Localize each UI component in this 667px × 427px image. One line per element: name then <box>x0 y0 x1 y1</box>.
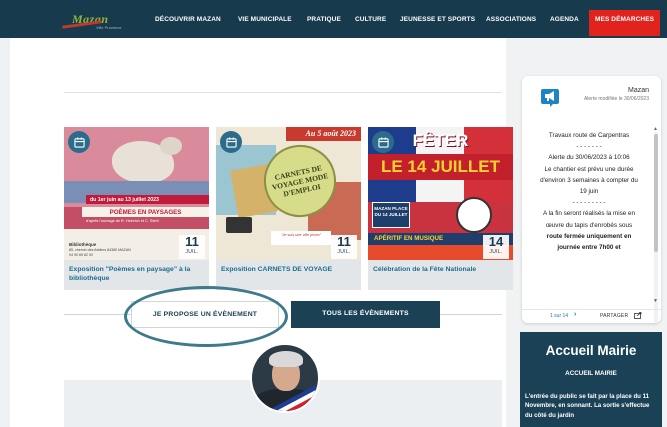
poster-phone: 04 90 69 82 92 <box>69 253 93 257</box>
share-icon[interactable] <box>634 312 642 319</box>
logo-tagline: Ville Provence <box>96 25 122 30</box>
nav-item-associations[interactable]: ASSOCIATIONS <box>486 16 536 23</box>
event-title-link[interactable]: Exposition CARNETS DE VOYAGE <box>221 266 357 275</box>
accueil-mairie-panel: Accueil Mairie ACCUEIL MAIRIE L'entrée d… <box>520 332 662 427</box>
calendar-icon <box>220 131 242 153</box>
nav-item-vie-municipale[interactable]: VIE MUNICIPALE <box>238 16 292 23</box>
accueil-title: Accueil Mairie <box>545 343 637 358</box>
nav-item-culture[interactable]: CULTURE <box>355 16 386 23</box>
poster-dates: du 1er juin au 13 juillet 2023 <box>86 195 209 204</box>
highlight-oval-annotation <box>124 286 288 347</box>
nav-item-agenda[interactable]: AGENDA <box>550 16 579 23</box>
scrollbar-thumb[interactable] <box>654 134 658 252</box>
poster-venue: Bibliothèque <box>69 242 97 247</box>
event-month: JUIL. <box>489 249 503 255</box>
alert-message: Travaux route de Carpentras - - - - - - … <box>536 130 642 253</box>
event-card-fete-nationale[interactable]: FÊTER LE 14 JUILLET MAZAN PLACE DU 14 JU… <box>368 127 513 290</box>
poster-street-sign: MAZAN PLACE DU 14 JUILLET <box>372 202 410 228</box>
alert-line: - - - - - - - - - <box>572 199 606 207</box>
share-button[interactable]: PARTAGER <box>600 313 628 319</box>
alert-line: A la fin seront réalisés la mise en œuvr… <box>542 210 636 229</box>
section-divider <box>64 92 502 93</box>
alert-footer: 1 sur 14 › PARTAGER <box>522 309 661 323</box>
nav-item-mes-demarches[interactable]: MES DÉMARCHES <box>589 10 661 36</box>
event-card-poemes[interactable]: du 1er juin au 13 juillet 2023 POÈMES EN… <box>64 127 209 290</box>
site-logo[interactable]: Mazan Ville Provence <box>61 10 122 32</box>
all-events-button[interactable]: TOUS LES ÉVÈNEMENTS <box>291 301 440 328</box>
page-left-gutter <box>0 38 10 427</box>
alert-megaphone-icon <box>541 89 559 107</box>
scroll-down-icon[interactable]: ▼ <box>653 298 658 304</box>
camera-illustration <box>226 217 252 233</box>
poster-dates: Au 5 août 2023 <box>286 127 361 141</box>
alert-scrollbar[interactable]: ▲ ▼ <box>653 126 658 323</box>
alert-pager: 1 sur 14 <box>550 313 569 319</box>
alert-line: Alerte du 30/06/2023 à 10:06 <box>548 154 630 162</box>
accueil-subtitle: ACCUEIL MAIRIE <box>565 370 617 377</box>
event-date: 11 JUIL. <box>331 235 357 259</box>
next-alert-button[interactable]: › <box>574 311 576 318</box>
alert-modified-date: Alerte modifiée le 30/06/2023 <box>583 96 649 102</box>
event-day: 11 <box>185 234 199 249</box>
accueil-text: L'entrée du public se fait par la place … <box>525 393 650 419</box>
event-month: JUIL. <box>337 249 351 255</box>
poster-title: POÈMES EN PAYSAGES <box>82 207 209 217</box>
alert-line: Travaux route de Carpentras <box>548 132 630 139</box>
event-date: 14 JUIL. <box>483 235 509 259</box>
nav-item-jeunesse-et-sports[interactable]: JEUNESSE ET SPORTS <box>400 16 475 23</box>
clock-illustration <box>456 197 492 233</box>
divider-line-right <box>440 314 502 315</box>
poster-credit: d'après l'ouvrage de R. Heinrich et C. S… <box>86 219 159 223</box>
alert-town: Mazan <box>627 87 649 94</box>
event-day: 14 <box>488 234 504 249</box>
poster-note: "Je suis une ville photo" <box>271 231 331 245</box>
event-title-link[interactable]: Célébration de la Fête Nationale <box>373 266 509 275</box>
alert-line: - - - - - - - <box>576 143 602 151</box>
event-title-link[interactable]: Exposition "Poèmes en paysage" à la bibl… <box>69 266 205 283</box>
alert-line: Le chantier est prévu une durée d'enviro… <box>540 165 638 196</box>
poster-address: 85, chemin des Ateliers 84380 MAZAN <box>69 248 131 252</box>
alert-line: route fermée uniquement en journée entre… <box>546 232 632 252</box>
scroll-up-icon[interactable]: ▲ <box>653 126 658 132</box>
nav-item-decouvrir-mazan[interactable]: DÉCOUVRIR MAZAN <box>155 16 221 23</box>
poster-subtitle: LE 14 JUILLET <box>368 154 513 180</box>
event-day: 11 <box>337 234 351 249</box>
calendar-icon <box>68 131 90 153</box>
divider-line-left <box>64 314 131 315</box>
bird-head-illustration <box>160 137 182 155</box>
event-date: 11 JUIL. <box>179 235 205 259</box>
mayor-avatar <box>250 343 320 413</box>
top-navigation-bar: Mazan Ville Provence DÉCOUVRIR MAZAN VIE… <box>0 0 667 38</box>
nav-item-pratique[interactable]: PRATIQUE <box>307 16 341 23</box>
mayor-hair <box>269 351 303 367</box>
event-card-carnets[interactable]: Au 5 août 2023 CARNETS DE VOYAGE MODE D'… <box>216 127 361 290</box>
event-month: JUIL. <box>185 249 199 255</box>
calendar-icon <box>372 131 394 153</box>
alert-widget: Mazan Alerte modifiée le 30/06/2023 Trav… <box>522 76 661 323</box>
